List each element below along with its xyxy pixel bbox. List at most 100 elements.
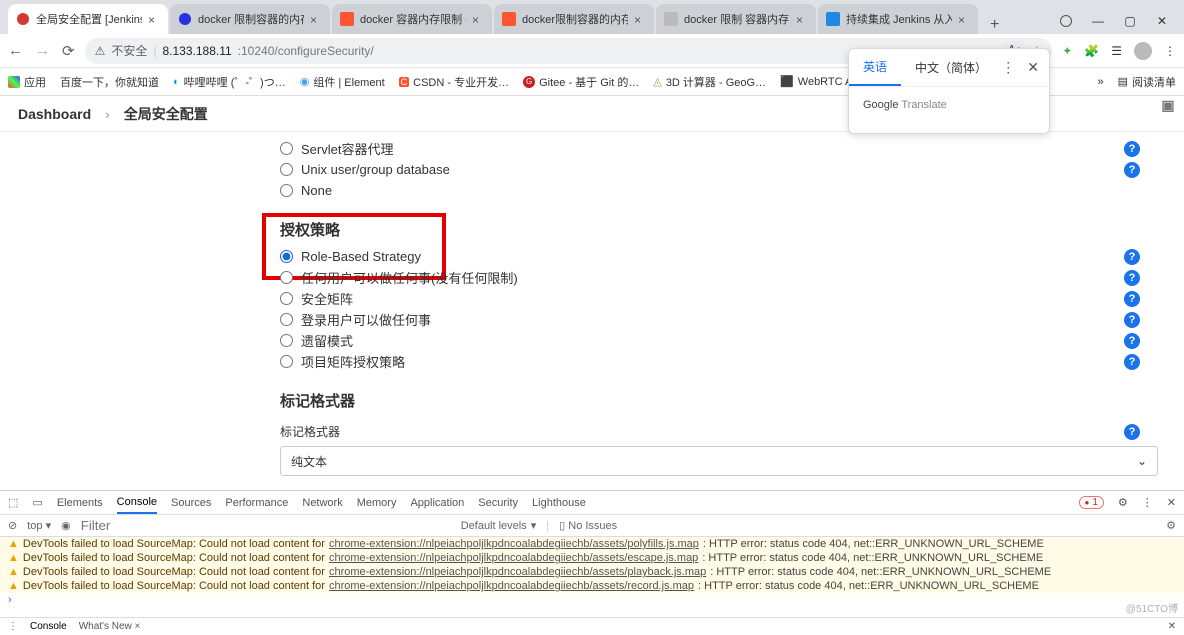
help-icon[interactable]: ? — [1124, 141, 1140, 157]
radio-role-based[interactable]: Role-Based Strategy? — [280, 246, 1164, 267]
context-select[interactable]: top ▾ — [27, 519, 51, 532]
close-icon[interactable]: ✕ — [1027, 59, 1039, 76]
profile-icon[interactable] — [1134, 42, 1152, 60]
menu-icon[interactable]: ⋮ — [1164, 44, 1176, 58]
radio-servlet[interactable]: Servlet容器代理? — [280, 138, 1164, 159]
device-icon[interactable]: ▭ — [32, 496, 42, 509]
devtools-panel: ⬚ ▭ Elements Console Sources Performance… — [0, 490, 1184, 617]
dt-tab-elements[interactable]: Elements — [57, 497, 103, 509]
browser-tab[interactable]: docker 容器内存限制 - CSD × — [332, 4, 492, 34]
generic-icon — [664, 12, 678, 26]
help-icon[interactable]: ? — [1124, 354, 1140, 370]
levels-select[interactable]: Default levels ▾ — [461, 519, 537, 532]
error-count[interactable]: 1 — [1079, 496, 1104, 509]
chevron-down-icon: ⌄ — [1137, 454, 1147, 468]
browser-tab[interactable]: docker 限制 容器内存 使用 × — [656, 4, 816, 34]
bookmark-item[interactable]: GGitee - 基于 Git 的… — [523, 74, 639, 90]
minimize-icon[interactable]: — — [1092, 14, 1104, 28]
radio-none[interactable]: None — [280, 180, 1164, 201]
account-icon[interactable] — [1060, 15, 1072, 27]
help-icon[interactable]: ? — [1124, 270, 1140, 286]
maximize-icon[interactable]: ▢ — [1124, 14, 1136, 28]
browser-tab[interactable]: docker 限制容器的内存_百 × — [170, 4, 330, 34]
help-icon[interactable]: ? — [1124, 291, 1140, 307]
dt-tab-lighthouse[interactable]: Lighthouse — [532, 497, 586, 509]
overflow-icon[interactable]: » — [1097, 76, 1103, 88]
new-tab-button[interactable]: + — [980, 16, 1009, 34]
reload-icon[interactable]: ⟳ — [62, 42, 75, 60]
help-icon[interactable]: ? — [1124, 424, 1140, 440]
close-icon[interactable]: × — [148, 13, 160, 25]
console-warning: ▲DevTools failed to load SourceMap: Coul… — [0, 565, 1184, 579]
close-icon[interactable]: ✕ — [1167, 496, 1176, 509]
dt-tab-console[interactable]: Console — [117, 491, 157, 514]
console-warning: ▲DevTools failed to load SourceMap: Coul… — [0, 579, 1184, 593]
drawer-menu-icon[interactable]: ⋮ — [8, 621, 18, 632]
drawer-whatsnew[interactable]: What's New × — [79, 621, 141, 632]
eye-icon[interactable]: ◉ — [61, 519, 71, 532]
insecure-icon: ⚠ — [95, 44, 106, 58]
close-icon[interactable]: × — [796, 13, 808, 25]
radio-anyone[interactable]: 任何用户可以做任何事(没有任何限制)? — [280, 267, 1164, 288]
bookmark-item[interactable]: 百度一下，你就知道 — [60, 74, 159, 90]
close-icon[interactable]: × — [958, 13, 970, 25]
filter-input[interactable] — [81, 518, 301, 533]
sidebar-icon[interactable]: ☰ — [1111, 44, 1122, 58]
drawer-console[interactable]: Console — [30, 621, 67, 632]
translate-brand: Google Google TranslateTranslate — [849, 87, 1049, 123]
bookmark-item[interactable]: CCSDN - 专业开发… — [399, 74, 509, 90]
help-icon[interactable]: ? — [1124, 162, 1140, 178]
close-icon[interactable]: × — [472, 13, 484, 25]
close-icon[interactable]: × — [634, 13, 646, 25]
close-icon[interactable]: ✕ — [1168, 621, 1176, 632]
apps-button[interactable]: 应用 — [8, 74, 46, 90]
browser-tab[interactable]: docker限制容器的内存使用 × — [494, 4, 654, 34]
dt-tab-memory[interactable]: Memory — [357, 497, 397, 509]
dt-tab-network[interactable]: Network — [302, 497, 342, 509]
inspect-icon[interactable]: ⬚ — [8, 496, 18, 509]
sourcemap-link[interactable]: chrome-extension://nlpeiachpoljlkpdncoal… — [329, 566, 706, 578]
menu-icon[interactable]: ⋮ — [1142, 496, 1153, 509]
close-icon[interactable]: × — [310, 13, 322, 25]
dt-tab-performance[interactable]: Performance — [225, 497, 288, 509]
gear-icon[interactable]: ⚙ — [1166, 519, 1176, 532]
help-icon[interactable]: ? — [1124, 249, 1140, 265]
radio-loggedin[interactable]: 登录用户可以做任何事? — [280, 309, 1164, 330]
dt-tab-sources[interactable]: Sources — [171, 497, 211, 509]
formatter-select[interactable]: 纯文本 ⌄ — [280, 446, 1158, 476]
reading-list[interactable]: ▤阅读清单 — [1118, 74, 1176, 90]
radio-project-matrix[interactable]: 项目矩阵授权策略? — [280, 351, 1164, 372]
dt-tab-application[interactable]: Application — [410, 497, 464, 509]
browser-tab[interactable]: 持续集成 Jenkins 从入门到 × — [818, 4, 978, 34]
bookmark-item[interactable]: ◉组件 | Element — [300, 74, 385, 90]
close-window-icon[interactable]: ✕ — [1156, 14, 1168, 28]
options-icon[interactable]: ⋮ — [1001, 59, 1015, 76]
url-host: 8.133.188.11 — [162, 44, 231, 58]
clear-icon[interactable]: ⊘ — [8, 519, 17, 532]
translate-tab-zh[interactable]: 中文（简体） — [901, 49, 1001, 86]
radio-matrix[interactable]: 安全矩阵? — [280, 288, 1164, 309]
extension-icon[interactable]: ✦ — [1062, 44, 1072, 58]
puzzle-icon[interactable]: 🧩 — [1084, 44, 1099, 58]
back-icon[interactable]: ← — [8, 42, 23, 59]
help-icon[interactable]: ? — [1124, 333, 1140, 349]
insecure-label: 不安全 — [111, 42, 147, 59]
console-prompt[interactable]: › — [0, 593, 1184, 607]
sourcemap-link[interactable]: chrome-extension://nlpeiachpoljlkpdncoal… — [329, 580, 694, 592]
help-icon[interactable]: ? — [1124, 312, 1140, 328]
translate-tab-en[interactable]: 英语 — [849, 49, 901, 86]
gear-icon[interactable]: ⚙ — [1118, 496, 1128, 509]
sourcemap-link[interactable]: chrome-extension://nlpeiachpoljlkpdncoal… — [329, 552, 698, 564]
browser-tab-active[interactable]: 全局安全配置 [Jenkins] × — [8, 4, 168, 34]
radio-unix[interactable]: Unix user/group database? — [280, 159, 1164, 180]
bookmark-item[interactable]: ◐哔哩哔哩 (゜-゜)つ… — [173, 74, 286, 90]
select-value: 纯文本 — [291, 453, 327, 470]
dt-tab-security[interactable]: Security — [478, 497, 518, 509]
radio-legacy[interactable]: 遗留模式? — [280, 330, 1164, 351]
breadcrumb-root[interactable]: Dashboard — [18, 106, 91, 122]
sourcemap-link[interactable]: chrome-extension://nlpeiachpoljlkpdncoal… — [329, 538, 699, 550]
baidu-icon — [178, 12, 192, 26]
breadcrumb-current: 全局安全配置 — [124, 104, 208, 124]
bookmark-item[interactable]: ◬3D 计算器 - GeoG… — [653, 74, 766, 90]
context-help-icon[interactable]: ▣ — [1156, 97, 1180, 121]
